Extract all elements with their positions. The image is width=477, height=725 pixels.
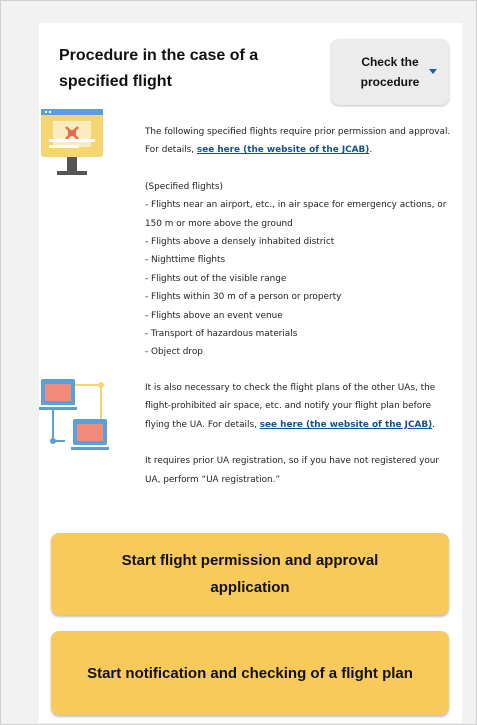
jcab-link-2[interactable]: see here (the website of the JCAB) (260, 420, 432, 430)
flight-plan-notification-button[interactable]: Start notification and checking of a fli… (51, 631, 449, 715)
caret-down-icon (429, 69, 437, 74)
flight-plan-notification-label: Start notification and checking of a fli… (87, 664, 413, 682)
procedure-card: Procedure in the case of a specified fli… (39, 23, 462, 723)
monitor-with-drone-icon (39, 109, 109, 185)
flight-plan-text: It is also necessary to check the flight… (145, 379, 457, 489)
section-title: Procedure in the case of a specified fli… (59, 47, 259, 90)
specified-flights-heading: (Specified flights) (145, 181, 223, 192)
jcab-link[interactable]: see here (the website of the JCAB) (197, 145, 369, 155)
list-item: - Object drop (145, 347, 203, 358)
list-item: - Flights out of the visible range (145, 273, 287, 284)
list-item: - Flights within 30 m of a person or pro… (145, 292, 342, 303)
list-item: - Flights near an airport, etc., in air … (145, 200, 447, 229)
intro-text: The following specified flights require … (145, 123, 457, 362)
registration-note: It requires prior UA registration, so if… (145, 456, 440, 485)
flight-plan-text-after-link: . (432, 419, 435, 430)
linked-computers-icon (39, 379, 111, 459)
intro-text-after-link: . (369, 145, 373, 156)
page-frame: Procedure in the case of a specified fli… (0, 0, 477, 725)
list-item: - Flights above a densely inhabited dist… (145, 237, 335, 248)
list-item: - Transport of hazardous materials (145, 329, 298, 340)
list-item: - Nighttime flights (145, 255, 226, 266)
check-procedure-button[interactable]: Check the procedure (331, 39, 449, 105)
list-item: - Flights above an event venue (145, 310, 283, 321)
check-procedure-label: Check the procedure (360, 55, 420, 89)
permission-application-button[interactable]: Start flight permission and approval app… (51, 533, 449, 615)
permission-application-label: Start flight permission and approval app… (121, 552, 379, 596)
